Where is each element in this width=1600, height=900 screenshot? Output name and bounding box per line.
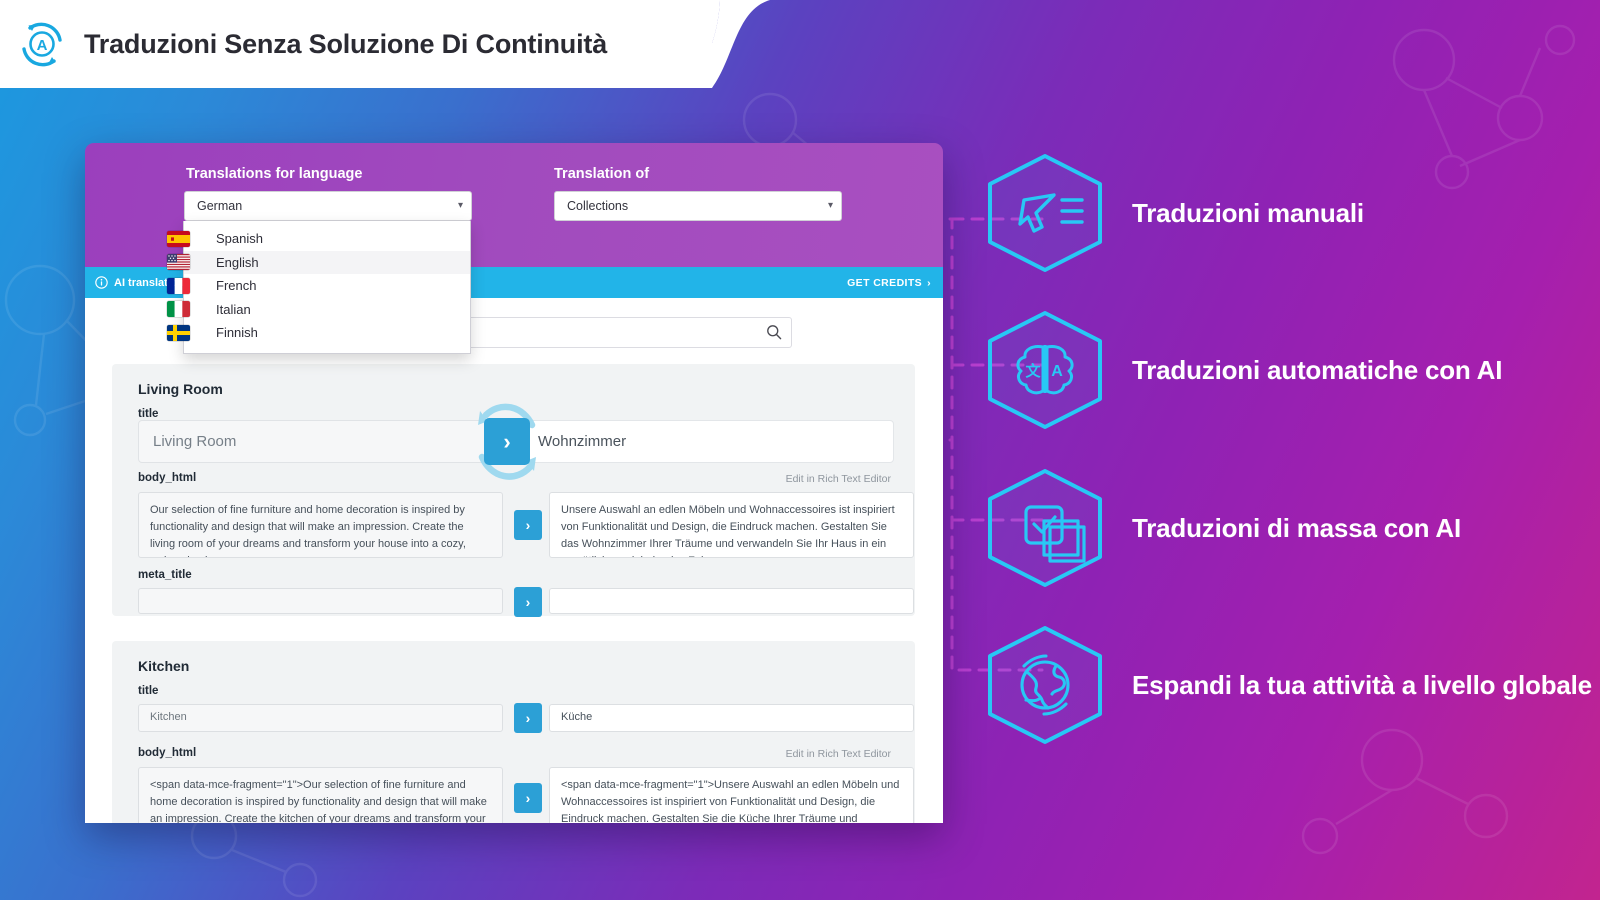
feature-item-global-business: Espandi la tua attività a livello global…: [980, 622, 1592, 748]
flag-it-icon: [167, 301, 190, 318]
translate-title-button[interactable]: ›: [484, 418, 530, 465]
chevron-down-icon: ▾: [457, 199, 463, 211]
hex-badge: [980, 465, 1110, 591]
resource-card-living-room: Living Room title Living Room › Wohnzimm…: [112, 364, 915, 617]
translate-meta-title-button[interactable]: ›: [514, 587, 542, 617]
flag-fi-icon: [167, 324, 190, 341]
dropdown-item-label: English: [216, 254, 259, 270]
dropdown-item-spanish[interactable]: Spanish: [167, 227, 470, 251]
language-select-label: Translations for language: [186, 166, 363, 182]
dropdown-item-finnish[interactable]: Finnish: [167, 321, 470, 345]
dropdown-item-label: Finnish: [216, 325, 258, 341]
language-select[interactable]: German ▾: [184, 191, 472, 221]
field-label-meta-title: meta_title: [138, 569, 192, 581]
get-credits-label: GET CREDITS: [847, 276, 923, 289]
language-dropdown-list[interactable]: Spanish English French Italian Finnish: [167, 221, 471, 354]
feature-item-ai-translations: 文 A Traduzioni automatiche con AI: [980, 307, 1502, 433]
dropdown-item-french[interactable]: French: [167, 274, 470, 298]
hex-badge: [980, 150, 1110, 276]
chevron-right-icon: ›: [525, 710, 531, 726]
flag-fr-icon: [167, 277, 190, 294]
translate-refresh-icon: A: [22, 22, 62, 67]
field-label-body-html: body_html: [138, 472, 197, 484]
body-html-target-input[interactable]: <span data-mce-fragment="1">Unsere Auswa…: [549, 767, 914, 823]
field-label-title: title: [138, 685, 159, 697]
dropdown-item-italian[interactable]: Italian: [167, 298, 470, 322]
hex-badge: [980, 622, 1110, 748]
field-row-body-html: <span data-mce-fragment="1">Our selectio…: [138, 767, 914, 823]
hex-badge: 文 A: [980, 307, 1110, 433]
edit-rich-text-link[interactable]: Edit in Rich Text Editor: [786, 748, 891, 760]
title-source-input[interactable]: Living Room: [138, 420, 503, 463]
search-icon[interactable]: [766, 324, 782, 340]
body-html-source-input[interactable]: <span data-mce-fragment="1">Our selectio…: [138, 767, 503, 823]
cursor-lines-icon: [988, 154, 1102, 272]
app-content: Living Room title Living Room › Wohnzimm…: [85, 298, 943, 823]
body-html-source-input[interactable]: Our selection of fine furniture and home…: [138, 492, 503, 558]
title-target-input[interactable]: Wohnzimmer: [523, 420, 894, 463]
get-credits-button[interactable]: GET CREDITS ›: [847, 277, 931, 289]
feature-label: Traduzioni automatiche con AI: [1132, 354, 1503, 385]
svg-text:文: 文: [1025, 362, 1041, 380]
feature-label: Traduzioni di massa con AI: [1132, 512, 1462, 543]
flag-es-icon: [167, 230, 190, 247]
translate-title-button[interactable]: ›: [514, 703, 542, 733]
stacked-cards-check-icon: [988, 469, 1102, 587]
resource-select[interactable]: Collections ▾: [554, 191, 842, 221]
chevron-right-icon: ›: [503, 428, 511, 454]
field-row-title: Kitchen › Küche: [138, 703, 914, 733]
chevron-right-icon: ›: [927, 276, 931, 289]
page-header: A Traduzioni Senza Soluzione Di Continui…: [0, 0, 712, 88]
card-title: Kitchen: [138, 658, 190, 674]
info-circle-icon: [95, 276, 108, 289]
card-title: Living Room: [138, 381, 223, 397]
field-label-body-html: body_html: [138, 747, 197, 759]
field-label-title: title: [138, 408, 159, 420]
dropdown-item-label: Italian: [216, 301, 251, 317]
title-source-input[interactable]: Kitchen: [138, 704, 503, 732]
chevron-down-icon: ▾: [827, 199, 833, 211]
dropdown-item-label: Spanish: [216, 231, 263, 247]
resource-card-kitchen: Kitchen title Kitchen › Küche body_html …: [112, 641, 915, 823]
page-title: Traduzioni Senza Soluzione Di Continuità: [84, 28, 608, 59]
field-row-meta-title: ›: [138, 587, 914, 617]
dropdown-item-english[interactable]: English: [167, 250, 470, 274]
meta-title-source-input[interactable]: [138, 588, 503, 614]
globe-icon: [988, 626, 1102, 744]
svg-text:A: A: [37, 37, 48, 54]
ai-brain-translate-icon: 文 A: [988, 311, 1102, 429]
feature-item-bulk-translations: Traduzioni di massa con AI: [980, 465, 1461, 591]
translate-body-html-button[interactable]: ›: [514, 510, 542, 540]
chevron-right-icon: ›: [525, 790, 531, 806]
chevron-right-icon: ›: [525, 594, 531, 610]
field-row-body-html: Our selection of fine furniture and home…: [138, 492, 914, 558]
resource-select-value: Collections: [567, 199, 629, 213]
body-html-target-input[interactable]: Unsere Auswahl an edlen Möbeln und Wohna…: [549, 492, 914, 558]
chevron-right-icon: ›: [525, 517, 531, 533]
translate-body-html-button[interactable]: ›: [514, 783, 542, 813]
language-select-value: German: [197, 199, 243, 213]
svg-text:A: A: [1051, 363, 1063, 380]
dropdown-item-label: French: [216, 278, 257, 294]
meta-title-target-input[interactable]: [549, 588, 914, 614]
flag-us-icon: [167, 254, 190, 271]
title-target-value: Wohnzimmer: [538, 433, 627, 450]
title-source-value: Living Room: [153, 433, 237, 450]
feature-item-manual-translations: Traduzioni manuali: [980, 150, 1364, 276]
feature-label: Espandi la tua attività a livello global…: [1132, 669, 1592, 700]
feature-label: Traduzioni manuali: [1132, 197, 1364, 228]
resource-select-label: Translation of: [554, 166, 650, 182]
title-target-input[interactable]: Küche: [549, 704, 914, 732]
edit-rich-text-link[interactable]: Edit in Rich Text Editor: [786, 473, 891, 485]
